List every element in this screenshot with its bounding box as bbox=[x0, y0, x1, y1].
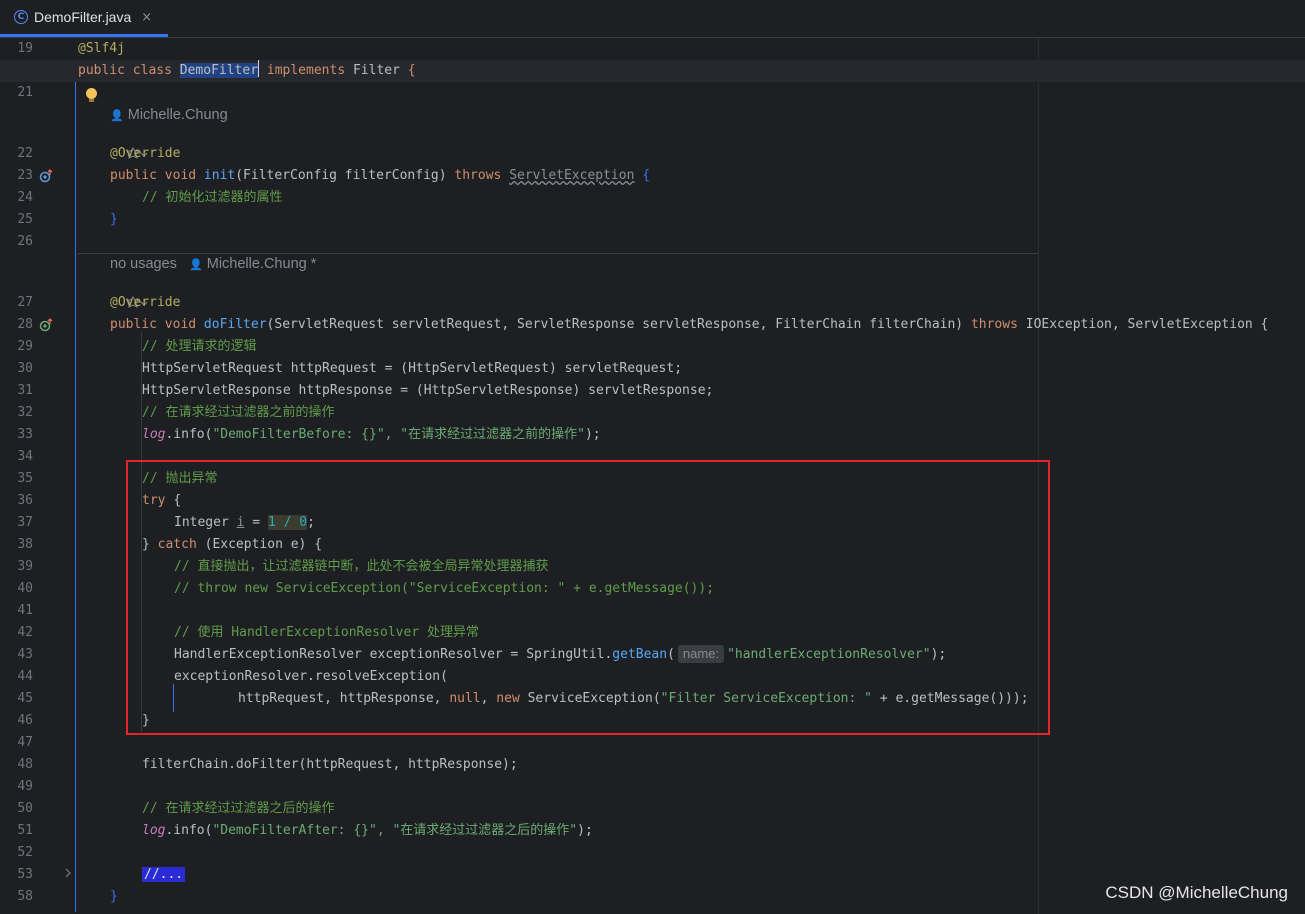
line-number: 46 bbox=[17, 713, 33, 728]
line-number: 47 bbox=[17, 735, 33, 750]
line-number: 23 bbox=[17, 168, 33, 183]
folded-region[interactable]: //... bbox=[142, 867, 186, 882]
override-method-icon[interactable] bbox=[39, 169, 53, 186]
java-class-icon: C bbox=[14, 10, 28, 24]
line-number: 45 bbox=[17, 691, 33, 706]
tab-label: DemoFilter.java bbox=[34, 9, 132, 25]
line-number: 22 bbox=[17, 146, 33, 161]
user-icon: 👤 bbox=[189, 258, 203, 271]
code-line: log.info("DemoFilterAfter: {}", "在请求经过过滤… bbox=[142, 823, 593, 838]
watermark: CSDN @MichelleChung bbox=[1105, 883, 1288, 902]
code-line: public class DemoFilter implements Filte… bbox=[78, 60, 416, 82]
scope-indicator bbox=[75, 82, 76, 912]
line-number: 48 bbox=[17, 757, 33, 772]
line-number: 44 bbox=[17, 669, 33, 684]
line-number: 34 bbox=[17, 449, 33, 464]
line-number-gutter: 19 20 21 22 23 24 25 26 27 28 29 30 31 3… bbox=[0, 38, 75, 914]
close-icon[interactable]: × bbox=[141, 10, 152, 25]
line-number: 53 bbox=[17, 867, 33, 882]
line-number: 40 bbox=[17, 581, 33, 596]
chevron-right-icon[interactable] bbox=[64, 868, 72, 881]
line-number: 41 bbox=[17, 603, 33, 618]
code-line: HttpServletResponse httpResponse = (Http… bbox=[142, 383, 714, 398]
line-number: 21 bbox=[17, 85, 33, 100]
line-number: 31 bbox=[17, 383, 33, 398]
line-number: 39 bbox=[17, 559, 33, 574]
tab-demofilter-java[interactable]: C DemoFilter.java × bbox=[0, 0, 168, 37]
code-line: // 在请求经过过滤器之前的操作 bbox=[142, 405, 335, 420]
code-line: //... bbox=[78, 864, 186, 886]
line-number: 52 bbox=[17, 845, 33, 860]
text-cursor bbox=[258, 60, 260, 77]
line-number: 33 bbox=[17, 427, 33, 442]
line-number: 58 bbox=[17, 889, 33, 904]
code-line: @Override bbox=[110, 295, 181, 310]
line-number: 38 bbox=[17, 537, 33, 552]
code-line: HttpServletRequest httpRequest = (HttpSe… bbox=[142, 361, 683, 376]
line-number: 42 bbox=[17, 625, 33, 640]
code-line: log.info("DemoFilterBefore: {}", "在请求经过过… bbox=[142, 427, 601, 442]
line-number: 37 bbox=[17, 515, 33, 530]
line-number: 36 bbox=[17, 493, 33, 508]
line-number: 50 bbox=[17, 801, 33, 816]
line-number: 27 bbox=[17, 295, 33, 310]
code-line: public void doFilter(ServletRequest serv… bbox=[110, 317, 1269, 332]
line-number: 24 bbox=[17, 190, 33, 205]
editor-tab-bar: C DemoFilter.java × bbox=[0, 0, 1305, 38]
line-number: 26 bbox=[17, 234, 33, 249]
user-icon: 👤 bbox=[110, 109, 124, 122]
code-line: // 在请求经过过滤器之后的操作 bbox=[142, 801, 335, 816]
line-number: 30 bbox=[17, 361, 33, 376]
line-number: 29 bbox=[17, 339, 33, 354]
code-line: } bbox=[110, 212, 118, 227]
highlight-annotation-box bbox=[126, 460, 1050, 735]
line-number: 25 bbox=[17, 212, 33, 227]
code-line: // 处理请求的逻辑 bbox=[142, 339, 257, 354]
code-line: filterChain.doFilter(httpRequest, httpRe… bbox=[142, 757, 518, 772]
line-number: 19 bbox=[17, 41, 33, 56]
override-method-icon[interactable] bbox=[39, 318, 53, 335]
code-line: public void init(FilterConfig filterConf… bbox=[110, 168, 651, 183]
code-line: @Override bbox=[110, 146, 181, 161]
line-number: 51 bbox=[17, 823, 33, 838]
line-number: 43 bbox=[17, 647, 33, 662]
line-number: 49 bbox=[17, 779, 33, 794]
line-number: 35 bbox=[17, 471, 33, 486]
line-number: 32 bbox=[17, 405, 33, 420]
code-line: @Slf4j bbox=[78, 41, 125, 56]
selected-text: DemoFilter bbox=[179, 63, 259, 78]
code-line: } bbox=[110, 889, 118, 904]
code-line: // 初始化过滤器的属性 bbox=[142, 190, 283, 205]
line-number: 28 bbox=[17, 317, 33, 332]
